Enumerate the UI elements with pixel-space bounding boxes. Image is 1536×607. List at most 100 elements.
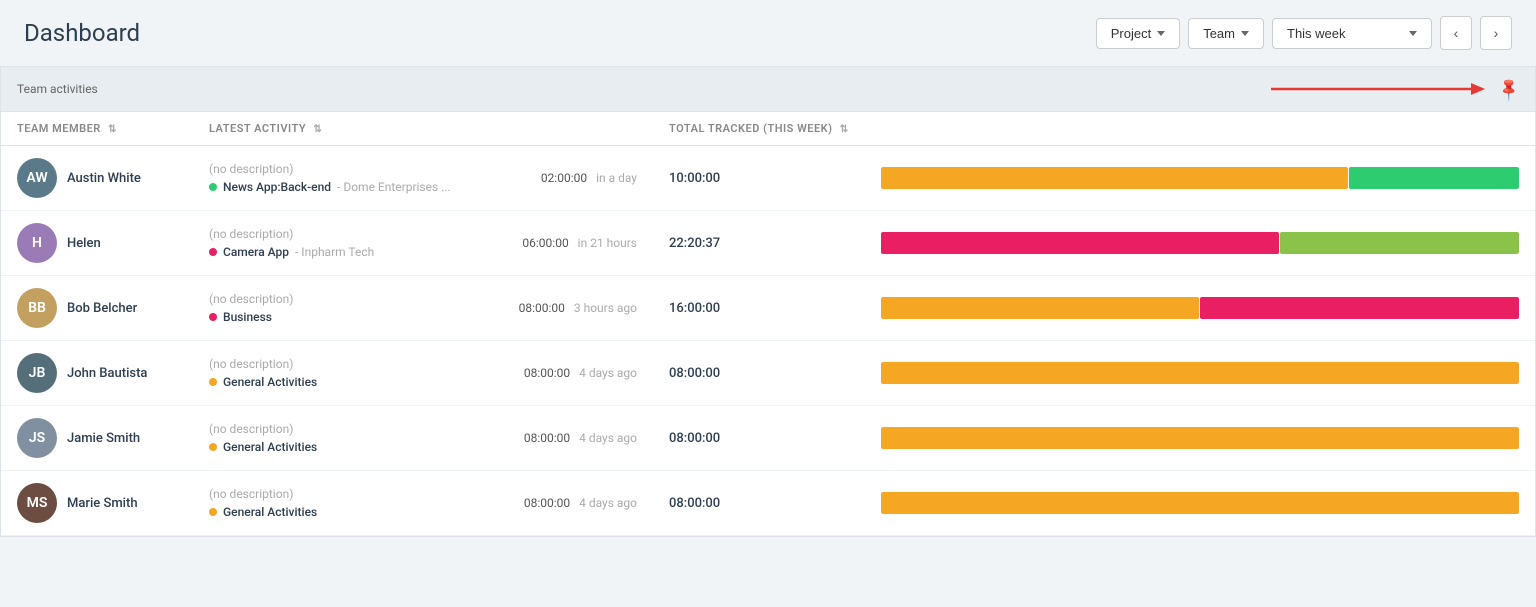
- activity-cell: (no description) General Activities: [193, 471, 493, 536]
- team-dropdown[interactable]: Team: [1188, 18, 1264, 49]
- activity-description: (no description): [209, 227, 477, 241]
- project-dot-icon: [209, 248, 217, 256]
- member-cell: BB Bob Belcher: [1, 276, 193, 341]
- tracked-time: 08:00:00: [669, 496, 720, 511]
- project-client: - Dome Enterprises ...: [337, 180, 451, 194]
- time-ago: 4 days ago: [579, 431, 637, 445]
- activity-project: Business: [209, 310, 477, 324]
- bar-container: [881, 427, 1519, 449]
- panel-header-right: 📌: [1271, 77, 1519, 101]
- project-name: Camera App: [223, 245, 289, 259]
- bar-cell: [865, 211, 1535, 276]
- col-header-time-label: [493, 112, 653, 146]
- sort-icon: ⇅: [313, 124, 322, 135]
- project-dropdown[interactable]: Project: [1096, 18, 1180, 49]
- member-name: Austin White: [67, 171, 141, 186]
- project-client: - Inpharm Tech: [295, 245, 374, 259]
- week-label: This week: [1287, 26, 1346, 41]
- bar-segment: [1349, 167, 1519, 189]
- tracked-time: 16:00:00: [669, 301, 720, 316]
- tracked-cell: 08:00:00: [653, 471, 865, 536]
- time-ago: in a day: [596, 171, 637, 185]
- activity-description: (no description): [209, 422, 477, 436]
- avatar: JS: [17, 418, 57, 458]
- activity-description: (no description): [209, 487, 477, 501]
- sort-icon: ⇅: [108, 124, 117, 135]
- project-name: Business: [223, 310, 272, 324]
- activities-table: TEAM MEMBER ⇅ LATEST ACTIVITY ⇅ TOTAL TR…: [1, 112, 1535, 536]
- member-name: Helen: [67, 236, 101, 251]
- tracked-cell: 08:00:00: [653, 341, 865, 406]
- activity-cell: (no description) News App:Back-end - Dom…: [193, 146, 493, 211]
- week-dropdown[interactable]: This week: [1272, 18, 1432, 49]
- bar-segment: [881, 297, 1200, 319]
- avatar: JB: [17, 353, 57, 393]
- avatar: MS: [17, 483, 57, 523]
- member-cell: JS Jamie Smith: [1, 406, 193, 471]
- member-cell: AW Austin White: [1, 146, 193, 211]
- member-name: John Bautista: [67, 366, 147, 381]
- bar-container: [881, 297, 1519, 319]
- member-name: Marie Smith: [67, 496, 138, 511]
- activity-cell: (no description) General Activities: [193, 341, 493, 406]
- bar-segment: [881, 167, 1348, 189]
- time-value: 08:00:00: [519, 301, 565, 315]
- member-name: Bob Belcher: [67, 301, 137, 316]
- bar-cell: [865, 471, 1535, 536]
- col-header-activity: LATEST ACTIVITY ⇅: [193, 112, 493, 146]
- table-header: TEAM MEMBER ⇅ LATEST ACTIVITY ⇅ TOTAL TR…: [1, 112, 1535, 146]
- panel-title: Team activities: [17, 82, 98, 96]
- time-cell: 08:00:00 4 days ago: [493, 471, 653, 536]
- bar-container: [881, 362, 1519, 384]
- bar-cell: [865, 146, 1535, 211]
- team-activities-panel: Team activities 📌 TEAM MEMBER ⇅ LATEST A…: [0, 66, 1536, 537]
- table-row: JB John Bautista (no description) Genera…: [1, 341, 1535, 406]
- sort-icon: ⇅: [840, 124, 849, 135]
- red-arrow-icon: [1271, 77, 1491, 101]
- activity-cell: (no description) General Activities: [193, 406, 493, 471]
- time-cell: 08:00:00 4 days ago: [493, 341, 653, 406]
- time-ago: 4 days ago: [579, 366, 637, 380]
- activity-project: Camera App - Inpharm Tech: [209, 245, 477, 259]
- chevron-down-icon: [1409, 31, 1417, 36]
- next-arrow-button[interactable]: ›: [1480, 16, 1512, 50]
- prev-arrow-button[interactable]: ‹: [1440, 16, 1472, 50]
- avatar: H: [17, 223, 57, 263]
- activity-description: (no description): [209, 357, 477, 371]
- bar-cell: [865, 406, 1535, 471]
- project-dot-icon: [209, 313, 217, 321]
- table-row: MS Marie Smith (no description) General …: [1, 471, 1535, 536]
- member-cell: JB John Bautista: [1, 341, 193, 406]
- pin-icon: 📌: [1495, 75, 1523, 103]
- time-cell: 06:00:00 in 21 hours: [493, 211, 653, 276]
- bar-segment: [1200, 297, 1519, 319]
- page-header: Dashboard Project Team This week ‹ ›: [0, 0, 1536, 66]
- table-row: JS Jamie Smith (no description) General …: [1, 406, 1535, 471]
- time-ago: 4 days ago: [579, 496, 637, 510]
- col-header-tracked: TOTAL TRACKED (THIS WEEK) ⇅: [653, 112, 865, 146]
- time-value: 08:00:00: [524, 431, 570, 445]
- project-dot-icon: [209, 378, 217, 386]
- time-value: 06:00:00: [522, 236, 568, 250]
- time-ago: in 21 hours: [578, 236, 637, 250]
- project-name: News App:Back-end: [223, 180, 331, 194]
- bar-segment: [881, 362, 1519, 384]
- project-dot-icon: [209, 508, 217, 516]
- tracked-cell: 08:00:00: [653, 406, 865, 471]
- tracked-cell: 16:00:00: [653, 276, 865, 341]
- activity-project: News App:Back-end - Dome Enterprises ...: [209, 180, 477, 194]
- panel-header: Team activities 📌: [1, 67, 1535, 112]
- time-value: 08:00:00: [524, 496, 570, 510]
- tracked-time: 08:00:00: [669, 431, 720, 446]
- project-dot-icon: [209, 443, 217, 451]
- bar-container: [881, 492, 1519, 514]
- bar-container: [881, 232, 1519, 254]
- tracked-time: 08:00:00: [669, 366, 720, 381]
- project-name: General Activities: [223, 375, 317, 389]
- activity-description: (no description): [209, 162, 477, 176]
- activity-project: General Activities: [209, 375, 477, 389]
- avatar: AW: [17, 158, 57, 198]
- tracked-time: 22:20:37: [669, 236, 720, 251]
- bar-segment: [1280, 232, 1519, 254]
- chevron-down-icon: [1241, 31, 1249, 36]
